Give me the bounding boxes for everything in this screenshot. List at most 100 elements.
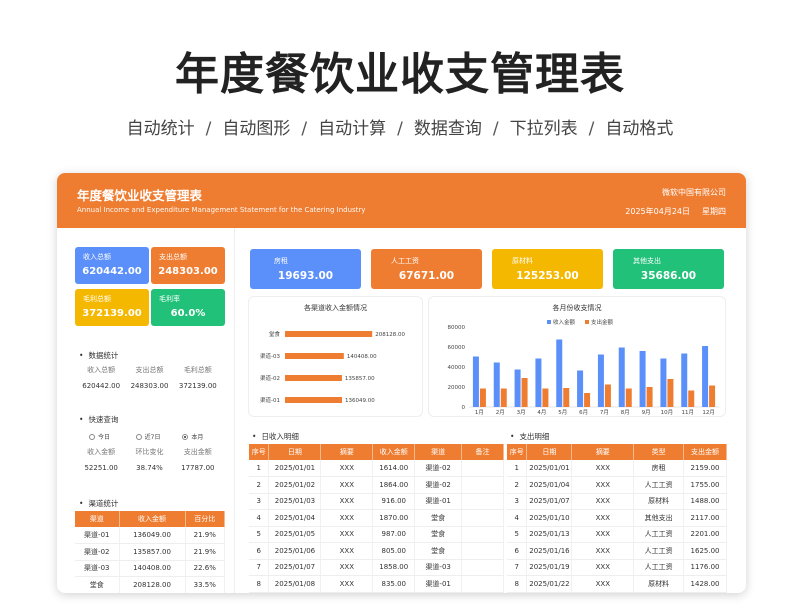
profit-total-value: 372139.00 (82, 308, 142, 319)
table-cell: 人工工资 (633, 476, 685, 494)
table-row: 7 2025/01/19 XXX 人工工资 1176.00 (507, 559, 727, 576)
table-cell: 堂食 (414, 526, 463, 543)
expense-total-label: 支出总额 (159, 253, 187, 261)
table-row: 8 2025/01/22 XXX 原材料 1428.00 (507, 575, 727, 593)
quick-query-title: 快速查询 (79, 414, 118, 425)
labor-value: 67671.00 (398, 270, 455, 282)
table-cell: 1858.00 (372, 559, 416, 576)
monthly-bar-chart: 收入金额 支出金额 0 20000 40000 60000 80000 1月 2月 3月 4月 5月 6… (448, 318, 719, 416)
column-header: 日期 (526, 444, 573, 460)
table-cell: 原材料 (633, 575, 685, 593)
query-header: 环比变化 (135, 448, 164, 456)
table-cell (461, 526, 504, 543)
radio-month[interactable]: 本月 (182, 432, 229, 441)
dashboard-header: 年度餐饮业收支管理表 Annual Income and Expenditure… (57, 173, 746, 228)
table-cell: XXX (571, 476, 635, 494)
monthly-bar (625, 388, 632, 407)
expense-total-value: 248303.00 (158, 266, 218, 277)
table-cell: 805.00 (372, 542, 416, 560)
x-tick-label: 6月 (579, 409, 588, 416)
income-total-label: 收入总额 (83, 253, 111, 261)
table-row: 4 2025/01/10 XXX 其他支出 2117.00 (507, 509, 727, 527)
feature-item: 自动计算 (318, 119, 387, 139)
left-panel: 收入总额 620442.00 支出总额 248303.00 毛利总额 37213… (57, 228, 235, 593)
table-cell: 2025/01/02 (268, 476, 322, 494)
table-cell: 渠道-02 (414, 460, 463, 477)
table-cell: 渠道-02 (414, 476, 463, 494)
channel-bar (285, 331, 373, 337)
column-header: 收入金额 (119, 511, 186, 527)
stat-value: 620442.00 (82, 382, 121, 390)
table-cell: 2025/01/03 (268, 493, 322, 510)
table-cell: 21.9% (185, 527, 225, 544)
table-cell: 原材料 (633, 493, 685, 510)
radio-label: 本月 (191, 434, 204, 441)
table-cell: 房租 (633, 460, 685, 477)
table-cell: 8 (507, 575, 528, 593)
table-row: 8 2025/01/08 XXX 835.00 渠道-01 (249, 575, 504, 593)
x-tick-label: 3月 (517, 409, 526, 416)
channel-stats-table: 渠道 收入金额 百分比 渠道-01 136049.00 21.9% 渠道-02 135… (75, 511, 225, 593)
category-label: 渠道-01 (260, 396, 280, 404)
table-cell: 2025/01/01 (268, 460, 322, 477)
x-tick-label: 2月 (496, 409, 505, 416)
table-row: 6 2025/01/06 XXX 805.00 堂食 (249, 542, 504, 560)
query-header: 收入金额 (87, 448, 116, 456)
table-cell (461, 493, 504, 510)
table-cell: XXX (571, 460, 635, 477)
table-cell: XXX (320, 509, 374, 527)
income-total-card: 收入总额 620442.00 (75, 247, 149, 284)
table-cell: 140408.00 (119, 560, 186, 577)
date-display: 2025年04月24日 星期四 (613, 206, 726, 217)
table-cell (461, 509, 504, 527)
page-title: 年度餐饮业收支管理表 (175, 49, 625, 100)
profit-total-card: 毛利总额 372139.00 (75, 289, 149, 326)
radio-icon (135, 433, 142, 440)
monthly-bar (521, 378, 528, 407)
monthly-chart-panel: 各月份收支情况 收入金额 支出金额 0 20000 40000 60000 80000 1月 2… (428, 296, 726, 417)
channel-stats-title: 渠道统计 (79, 498, 118, 509)
table-cell: 2025/01/04 (268, 509, 322, 527)
table-cell: 3 (249, 493, 270, 510)
weekday-text: 星期四 (702, 207, 726, 216)
query-value: 17787.00 (181, 464, 215, 472)
period-radio-group: 今日 近7日 本月 (89, 432, 229, 441)
table-cell: 987.00 (372, 526, 416, 543)
table-cell: 堂食 (414, 542, 463, 560)
table-cell: XXX (571, 526, 635, 543)
table-cell: 8 (249, 575, 270, 593)
table-cell: 2025/01/10 (526, 509, 573, 527)
monthly-bar (577, 370, 584, 407)
data-stats-grid: 收入总额 支出总额 毛利总额 620442.00 248303.00 372139.00 (77, 362, 222, 394)
table-cell: 2025/01/04 (526, 476, 573, 494)
monthly-bar (563, 388, 570, 407)
data-label: 140408.00 (347, 354, 377, 360)
monthly-bar (479, 388, 486, 407)
table-cell: 4 (507, 509, 528, 527)
table-row: 渠道-01 136049.00 21.9% (75, 527, 225, 544)
table-cell: XXX (571, 493, 635, 510)
column-header: 摘要 (571, 444, 635, 460)
table-cell: 1 (249, 460, 270, 477)
table-cell: 堂食 (414, 509, 463, 527)
table-cell: 2201.00 (683, 526, 727, 543)
channel-chart-panel: 各渠道收入金额情况 堂食 208128.00 渠道-03 140408.00 渠道-02… (248, 296, 423, 417)
stat-value: 372139.00 (178, 382, 217, 390)
radio-7days[interactable]: 近7日 (135, 432, 183, 441)
table-cell: 2025/01/07 (268, 559, 322, 576)
table-cell: 2025/01/16 (526, 542, 573, 560)
table-row: 1 2025/01/01 XXX 房租 2159.00 (507, 460, 727, 477)
expense-table: 序号 日期 摘要 类型 支出金额 1 2025/01/01 XXX 房租 2159.00… (507, 444, 727, 593)
legend-label: 支出金额 (591, 318, 614, 326)
x-tick-label: 4月 (537, 409, 546, 416)
dashboard-card: 年度餐饮业收支管理表 Annual Income and Expenditure… (57, 173, 746, 593)
dashboard-title: 年度餐饮业收支管理表 (77, 188, 203, 203)
table-cell: 208128.00 (119, 576, 186, 593)
radio-today[interactable]: 今日 (89, 432, 136, 441)
x-tick-label: 11月 (682, 409, 695, 416)
column-header: 序号 (507, 444, 528, 460)
table-cell: 2025/01/06 (268, 542, 322, 560)
x-tick-label: 12月 (702, 409, 715, 416)
expense-total-card: 支出总额 248303.00 (151, 247, 225, 284)
feature-item: 自动统计 (126, 119, 195, 139)
